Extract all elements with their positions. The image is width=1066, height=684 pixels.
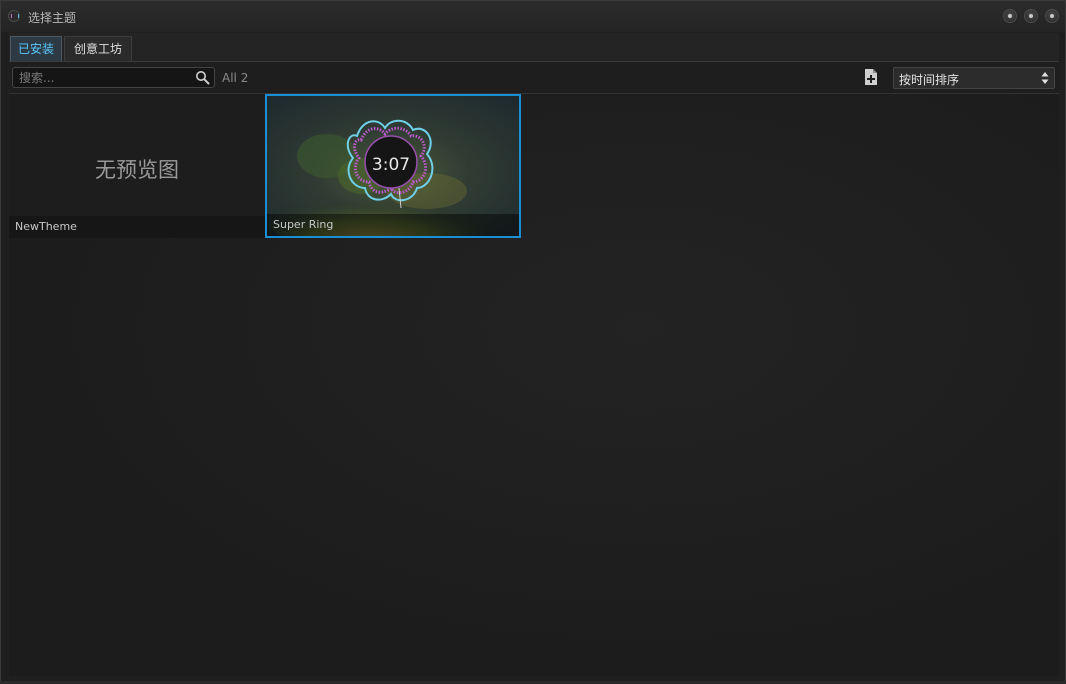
tab-workshop[interactable]: 创意工坊: [64, 36, 132, 61]
theme-card[interactable]: 无预览图 NewTheme: [9, 94, 265, 238]
theme-count-label: All 2: [222, 71, 249, 85]
theme-card-selected[interactable]: 3:07 Super Ring: [265, 94, 521, 238]
theme-name: Super Ring: [267, 214, 519, 236]
clock-text: 3:07: [372, 155, 410, 175]
search-icon[interactable]: [195, 70, 210, 85]
search-box: [12, 67, 215, 88]
add-file-icon[interactable]: [864, 68, 878, 86]
theme-grid: 无预览图 NewTheme 3:07 Super Ring: [9, 94, 1059, 676]
tab-bar: 已安装 创意工坊: [9, 33, 1059, 62]
window-title: 选择主题: [28, 11, 77, 25]
search-input[interactable]: [19, 69, 189, 86]
maximize-icon[interactable]: [1024, 9, 1038, 23]
title-bar[interactable]: 选择主题: [1, 1, 1065, 32]
toolbar: All 2 按时间排序: [9, 63, 1059, 94]
sort-selected-value: 按时间排序: [899, 73, 960, 87]
theme-name: NewTheme: [9, 216, 265, 238]
minimize-icon[interactable]: [1003, 9, 1017, 23]
theme-selector-window: 选择主题 已安装 创意工坊 All 2 按时间排序: [0, 0, 1066, 684]
tab-installed[interactable]: 已安装: [10, 36, 62, 61]
close-icon[interactable]: [1045, 9, 1059, 23]
sort-dropdown[interactable]: 按时间排序: [893, 67, 1055, 89]
up-down-arrows-icon: [1041, 72, 1049, 84]
no-preview-text: 无预览图: [95, 158, 179, 182]
app-logo-icon: [8, 10, 20, 22]
